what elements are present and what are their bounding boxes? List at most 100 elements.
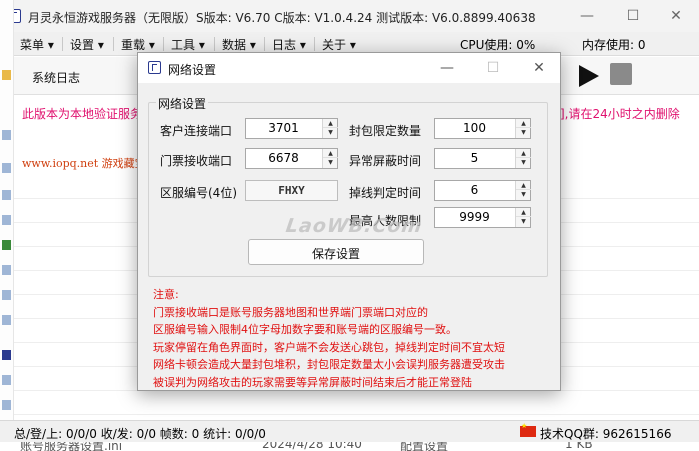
spin-up-icon[interactable]: ▲	[323, 149, 338, 158]
spinner-arrows: ▲ ▼	[515, 149, 531, 168]
ticket-port-spinner[interactable]: 6678 ▲ ▼	[245, 148, 338, 169]
spin-up-icon[interactable]: ▲	[323, 119, 338, 128]
close-icon[interactable]: ✕	[653, 0, 699, 32]
note-line: 玩家停留在角色界面时，客户端不会发送心跳包，掉线判定时间不宜太短	[153, 340, 505, 354]
watermark: LaoWB.Com	[284, 215, 424, 237]
status-stats: 总/登/上: 0/0/0 收/发: 0/0 帧数: 0 统计: 0/0/0	[14, 427, 266, 441]
spin-down-icon[interactable]: ▼	[516, 190, 531, 199]
file-type: 配置设置	[400, 442, 449, 451]
log-site-line: www.iopq.net 游戏藏宝	[22, 157, 146, 170]
note-line: 网络卡顿会造成大量封包堆积，封包限定数量太小会误判服务器遭受攻击	[153, 358, 505, 372]
network-settings-dialog: 网络设置 — ☐ ✕ 网络设置 客户连接端口 3701 ▲ ▼ 门票接收端口 6…	[137, 52, 561, 391]
spinner-arrows: ▲ ▼	[515, 208, 531, 227]
max-online-spinner[interactable]: 9999 ▲ ▼	[434, 207, 531, 228]
disconnect-judge-label: 掉线判定时间	[349, 186, 422, 200]
client-port-value: 3701	[268, 121, 299, 135]
ticket-port-label: 门票接收端口	[160, 154, 233, 168]
spinner-arrows: ▲ ▼	[515, 181, 531, 200]
file-icon	[2, 375, 11, 385]
spinner-arrows: ▲ ▼	[322, 119, 338, 138]
spin-up-icon[interactable]: ▲	[516, 149, 531, 158]
file-icon	[2, 215, 11, 225]
cpu-usage: CPU使用: 0%	[460, 38, 536, 52]
list-item	[14, 391, 699, 415]
menu-main[interactable]: 菜单 ▾	[20, 36, 54, 53]
spin-up-icon[interactable]: ▲	[516, 181, 531, 190]
client-port-spinner[interactable]: 3701 ▲ ▼	[245, 118, 338, 139]
save-settings-button[interactable]: 保存设置	[248, 239, 424, 265]
china-flag-icon	[520, 422, 536, 437]
dialog-title: 网络设置	[168, 63, 217, 77]
log-notice-tail: ],请在24小时之内删除	[560, 107, 680, 121]
disconnect-judge-spinner[interactable]: 6 ▲ ▼	[434, 180, 531, 201]
menu-divider	[62, 37, 63, 51]
exe-icon	[2, 240, 11, 250]
dialog-close-icon[interactable]: ✕	[517, 53, 561, 83]
disconnect-judge-value: 6	[470, 183, 479, 197]
file-icon	[2, 190, 11, 200]
ticket-port-value: 6678	[268, 151, 299, 165]
tab-system-log[interactable]: 系统日志	[32, 69, 80, 86]
file-icon	[2, 400, 11, 410]
file-icon	[2, 265, 11, 275]
client-port-label: 客户连接端口	[160, 124, 233, 138]
abnormal-block-value: 5	[470, 151, 479, 165]
file-name: 账号服务器设置.ini	[20, 442, 123, 451]
background-file-row: 账号服务器设置.ini 2024/4/28 10:40 配置设置 1 KB	[0, 442, 699, 451]
menu-divider	[264, 37, 265, 51]
app-file-icon	[2, 350, 11, 360]
menu-data[interactable]: 数据 ▾	[222, 36, 256, 53]
spinner-arrows: ▲ ▼	[322, 149, 338, 168]
minimize-icon[interactable]: —	[564, 0, 610, 32]
packet-limit-spinner[interactable]: 100 ▲ ▼	[434, 118, 531, 139]
log-notice: 此版本为本地验证服务	[22, 107, 143, 121]
qq-group: 技术QQ群: 962615166	[540, 427, 672, 441]
memory-usage: 内存使用: 0	[582, 38, 646, 52]
spin-down-icon[interactable]: ▼	[516, 158, 531, 167]
menu-divider	[113, 37, 114, 51]
file-list-strip	[0, 0, 14, 451]
abnormal-block-spinner[interactable]: 5 ▲ ▼	[434, 148, 531, 169]
menu-about[interactable]: 关于 ▾	[322, 36, 356, 53]
spin-up-icon[interactable]: ▲	[516, 119, 531, 128]
spinner-arrows: ▲ ▼	[515, 119, 531, 138]
note-line: 区服编号输入限制4位字母加数字要和账号端的区服编号一致。	[153, 323, 457, 337]
main-titlebar: 月灵永恒游戏服务器（无限版）S版本: V6.70 C版本: V1.0.4.24 …	[0, 0, 699, 32]
start-play-icon[interactable]	[579, 65, 599, 87]
folder-icon	[2, 70, 11, 80]
group-label: 网络设置	[156, 95, 209, 112]
spin-up-icon[interactable]: ▲	[516, 208, 531, 217]
spin-down-icon[interactable]: ▼	[323, 158, 338, 167]
menu-divider	[214, 37, 215, 51]
region-code-label: 区服编号(4位)	[160, 186, 237, 200]
menu-tools[interactable]: 工具 ▾	[171, 36, 205, 53]
file-size: 1 KB	[565, 442, 593, 451]
menu-reload[interactable]: 重载 ▾	[121, 36, 155, 53]
spin-down-icon[interactable]: ▼	[516, 217, 531, 226]
status-bar: 总/登/上: 0/0/0 收/发: 0/0 帧数: 0 统计: 0/0/0 技术…	[0, 420, 699, 442]
spin-down-icon[interactable]: ▼	[323, 128, 338, 137]
file-icon	[2, 290, 11, 300]
dialog-titlebar: 网络设置 — ☐ ✕	[138, 53, 560, 83]
region-code-field[interactable]: FHXY	[245, 180, 338, 201]
file-icon	[2, 130, 11, 140]
dialog-minimize-icon[interactable]: —	[425, 53, 469, 83]
file-date: 2024/4/28 10:40	[262, 442, 362, 451]
dialog-maximize-icon[interactable]: ☐	[471, 53, 515, 83]
file-icon	[2, 315, 11, 325]
note-block: 注意: 门票接收端口是账号服务器地图和世界端门票端口对应的 区服编号输入限制4位…	[153, 286, 553, 392]
packet-limit-value: 100	[463, 121, 486, 135]
menu-settings[interactable]: 设置 ▾	[70, 36, 104, 53]
menu-divider	[163, 37, 164, 51]
menu-log[interactable]: 日志 ▾	[272, 36, 306, 53]
menu-divider	[314, 37, 315, 51]
note-line: 被误判为网络攻击的玩家需要等异常屏蔽时间结束后才能正常登陆	[153, 375, 472, 389]
maximize-icon[interactable]: ☐	[610, 0, 656, 32]
note-heading: 注意:	[153, 288, 179, 301]
note-line: 门票接收端口是账号服务器地图和世界端门票端口对应的	[153, 305, 428, 319]
dialog-app-icon	[148, 61, 161, 74]
file-icon	[2, 163, 11, 173]
spin-down-icon[interactable]: ▼	[516, 128, 531, 137]
stop-icon[interactable]	[610, 63, 632, 85]
abnormal-block-label: 异常屏蔽时间	[349, 154, 422, 168]
